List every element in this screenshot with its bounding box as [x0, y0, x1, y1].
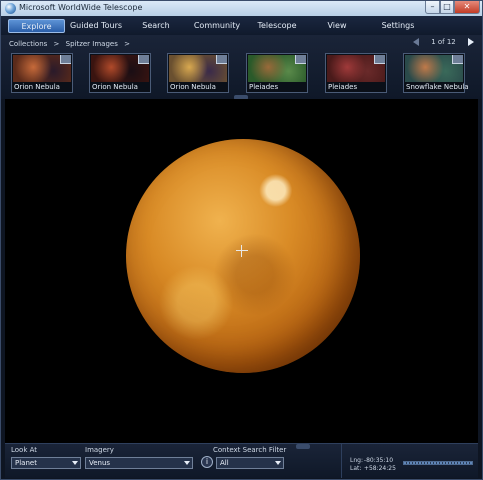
breadcrumb-separator: >	[53, 40, 60, 48]
pager: 1 of 12	[412, 38, 474, 50]
main-menu: Explore Guided Tours Search Community Te…	[1, 16, 482, 36]
next-page-icon[interactable]	[468, 38, 474, 46]
maximize-button[interactable]: □	[440, 1, 454, 14]
longitude-readout: Lng: -80:35:10	[350, 457, 393, 464]
coordinates-panel: Lng: -80:35:10 Lat: +58:24:25	[341, 444, 479, 478]
tab-explore[interactable]: Explore	[8, 19, 65, 33]
thumbnail-corner-icon	[60, 55, 71, 64]
close-button[interactable]: ✕	[454, 1, 480, 14]
telescope-app-icon	[5, 3, 16, 14]
thumbnail-label: Orion Nebula	[170, 83, 216, 91]
thumbnail-label: Orion Nebula	[14, 83, 60, 91]
context-search-filter-dropdown[interactable]: All	[216, 457, 284, 469]
minimize-button[interactable]: –	[425, 1, 440, 14]
thumbnail-corner-icon	[374, 55, 385, 64]
chevron-down-icon	[184, 461, 190, 465]
thumbnail-pleiades-2[interactable]: Pleiades	[325, 53, 387, 93]
thumbnail-corner-icon	[138, 55, 149, 64]
previous-page-icon[interactable]	[412, 38, 419, 46]
imagery-dropdown[interactable]: Venus	[85, 457, 193, 469]
latitude-value: +58:24:25	[363, 465, 396, 472]
chevron-down-icon	[72, 461, 78, 465]
thumbnail-corner-icon	[216, 55, 227, 64]
status-progress-bar	[403, 461, 473, 465]
breadcrumb-collections[interactable]: Collections	[9, 40, 47, 48]
breadcrumb-separator: >	[124, 40, 130, 48]
thumbnail-label: Orion Nebula	[92, 83, 138, 91]
context-bar: Look At Planet Imagery Venus i Context S…	[5, 443, 478, 478]
window-title: Microsoft WorldWide Telescope	[19, 3, 143, 12]
thumbnail-snowflake-nebula[interactable]: Snowflake Nebula	[403, 53, 469, 93]
look-at-value: Planet	[15, 459, 37, 467]
tab-community[interactable]: Community	[187, 19, 247, 33]
thumbnail-pleiades-1[interactable]: Pleiades	[246, 53, 308, 93]
app-window: Microsoft WorldWide Telescope – □ ✕ Expl…	[0, 0, 483, 480]
thumbnail-label: Snowflake Nebula	[406, 83, 469, 91]
tab-telescope[interactable]: Telescope	[251, 19, 303, 33]
thumbnail-orion-nebula-1[interactable]: Orion Nebula	[11, 53, 73, 93]
thumbnail-corner-icon	[295, 55, 306, 64]
imagery-label: Imagery	[85, 446, 114, 454]
browse-panel: Collections > Spitzer Images > 1 of 12 O…	[1, 35, 482, 100]
thumbnail-label: Pleiades	[328, 83, 358, 91]
thumbnail-corner-icon	[452, 55, 463, 64]
look-at-dropdown[interactable]: Planet	[11, 457, 81, 469]
breadcrumb-spitzer-images[interactable]: Spitzer Images	[66, 40, 118, 48]
crosshair-icon	[236, 245, 248, 257]
thumbnail-orion-nebula-3[interactable]: Orion Nebula	[167, 53, 229, 93]
imagery-value: Venus	[89, 459, 111, 467]
info-button[interactable]: i	[201, 456, 213, 468]
tab-guided-tours[interactable]: Guided Tours	[67, 19, 125, 33]
thumbnail-label: Pleiades	[249, 83, 279, 91]
tab-view[interactable]: View	[317, 19, 357, 33]
look-at-label: Look At	[11, 446, 38, 454]
longitude-key: Lng:	[350, 457, 363, 464]
latitude-key: Lat:	[350, 465, 362, 472]
longitude-value: -80:35:10	[363, 457, 394, 464]
breadcrumb: Collections > Spitzer Images >	[9, 40, 134, 48]
tab-settings[interactable]: Settings	[375, 19, 421, 33]
context-search-filter-value: All	[220, 459, 229, 467]
latitude-readout: Lat: +58:24:25	[350, 465, 396, 472]
context-search-filter-label: Context Search Filter	[213, 446, 287, 454]
page-count: 1 of 12	[431, 38, 456, 46]
sky-viewport[interactable]	[5, 99, 478, 443]
title-bar: Microsoft WorldWide Telescope – □ ✕	[1, 1, 482, 16]
thumbnail-orion-nebula-2[interactable]: Orion Nebula	[89, 53, 151, 93]
chevron-down-icon	[275, 461, 281, 465]
tab-search[interactable]: Search	[131, 19, 181, 33]
expand-panel-handle[interactable]	[296, 444, 310, 449]
